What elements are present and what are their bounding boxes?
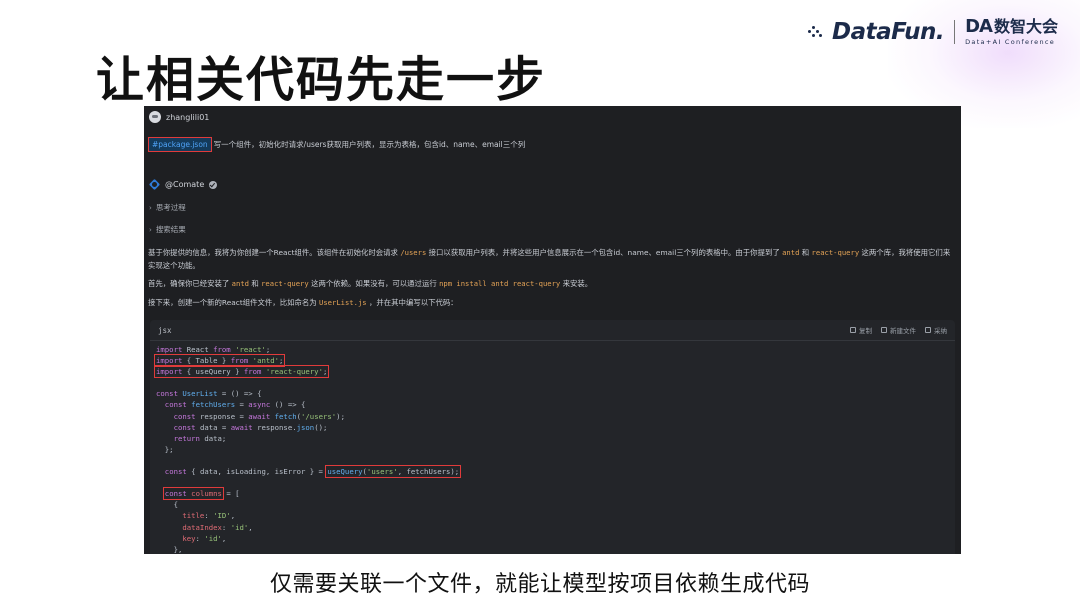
- code-line: const data = await response.json();: [173, 422, 328, 432]
- search-label: 搜索结果: [155, 225, 186, 234]
- da-mark: DA: [965, 16, 993, 37]
- highlighted-columns: const columns: [162, 487, 224, 501]
- slide-title: 让相关代码先走一步: [96, 52, 547, 108]
- code-line: const columns = [: [162, 487, 240, 501]
- new-file-button[interactable]: 新建文件: [881, 325, 916, 335]
- text: 接下来，创建一个新的React组件文件，比如命名为: [148, 298, 317, 307]
- text: 来安装。: [562, 279, 593, 288]
- da-conference-logo: DA 数智大会 Data+AI Conference: [965, 18, 1058, 46]
- answer-paragraph-2: 首先，确保你已经安装了 antd 和 react-query 这两个依赖。如果没…: [148, 277, 955, 290]
- verified-shield-icon: [209, 180, 218, 189]
- chevron-right-icon: ›: [149, 225, 152, 234]
- code-divider: [150, 340, 955, 341]
- text: 基于你提供的信息，我将为你创建一个React组件。该组件在初始化时会请求: [148, 248, 398, 257]
- code-line: const fetchUsers = async () => {: [164, 400, 306, 410]
- user-avatar-icon: [149, 111, 161, 123]
- text: 和: [801, 248, 810, 257]
- inline-code: antd: [782, 248, 800, 257]
- code-line: import React from 'react';: [156, 345, 271, 354]
- prompt-text: 写一个组件，初始化时请求/users获取用户列表，显示为表格，包含id、name…: [213, 140, 526, 149]
- highlighted-usequery: useQuery('users', fetchUsers);: [325, 465, 462, 479]
- code-line: dataIndex: 'id',: [182, 522, 253, 532]
- user-message-header: zhanglili01: [149, 111, 209, 123]
- code-block: jsx 复制 新建文件 采纳 import React from 'react'…: [150, 320, 955, 554]
- inline-code: react-query: [811, 248, 860, 257]
- da-cn-name: 数智大会: [993, 17, 1058, 36]
- text: 接口以获取用户列表，并将这些用户信息展示在一个包含id、name、email三个…: [428, 248, 780, 257]
- bot-name: @Comate: [165, 180, 205, 189]
- inline-code: UserList.js: [319, 298, 367, 307]
- brand-separator: [954, 19, 956, 44]
- copy-icon: [850, 327, 856, 333]
- code-line: };: [156, 444, 174, 454]
- accept-button[interactable]: 采纳: [925, 325, 947, 335]
- code-line: const UserList = () => {: [156, 389, 262, 399]
- inline-code: npm install antd react-query: [439, 279, 561, 288]
- da-en-name: Data+AI Conference: [965, 38, 1056, 46]
- code-body: import React from 'react'; import { Tabl…: [153, 344, 462, 554]
- accept-label: 采纳: [934, 327, 947, 335]
- chevron-right-icon: ›: [149, 203, 152, 212]
- brand-logos: DataFun. DA 数智大会 Data+AI Conference: [807, 0, 1080, 128]
- datafun-dots-icon: [807, 25, 822, 39]
- slide-caption: 仅需要关联一个文件，就能让模型按项目依赖生成代码: [269, 572, 810, 597]
- highlighted-import: import { Table } from 'antd';: [153, 354, 286, 368]
- code-line: return data;: [173, 433, 227, 443]
- copy-label: 复制: [859, 327, 872, 335]
- answer-paragraph-3: 接下来，创建一个新的React组件文件，比如命名为 UserList.js ，并…: [148, 296, 955, 309]
- code-line: const response = await fetch('/users');: [173, 411, 345, 421]
- inline-code: /users: [400, 248, 427, 257]
- bot-message-header: @Comate: [149, 179, 218, 190]
- code-line: import { Table } from 'antd';: [153, 354, 459, 368]
- code-line: {: [156, 500, 178, 510]
- file-icon: [881, 327, 887, 333]
- text: ，并在其中编写以下代码：: [368, 298, 458, 307]
- code-line: const { data, isLoading, isError } = use…: [164, 465, 462, 479]
- thinking-process-toggle[interactable]: › 思考过程: [149, 202, 186, 213]
- comate-chat-screenshot: zhanglili01 #package.json 写一个组件，初始化时请求/u…: [144, 106, 961, 554]
- text: 和: [251, 279, 259, 288]
- package-json-tag[interactable]: #package.json: [148, 137, 212, 152]
- thinking-label: 思考过程: [155, 203, 186, 212]
- search-results-toggle[interactable]: › 搜索结果: [149, 224, 186, 235]
- highlighted-import: import { useQuery } from 'react-query';: [153, 365, 330, 379]
- new-file-label: 新建文件: [890, 327, 916, 335]
- datafun-logo: DataFun.: [831, 18, 945, 45]
- inline-code: react-query: [261, 279, 309, 288]
- code-line: key: 'id',: [182, 533, 227, 543]
- code-line: import { useQuery } from 'react-query';: [153, 365, 459, 379]
- code-block-header: jsx 复制 新建文件 采纳: [150, 320, 955, 340]
- text: 这两个依赖。如果没有，可以通过运行: [311, 279, 437, 288]
- code-line: },: [156, 544, 183, 554]
- code-actions: 复制 新建文件 采纳: [850, 325, 947, 335]
- text: 首先，确保你已经安装了: [148, 279, 230, 288]
- code-language: jsx: [158, 325, 172, 335]
- code-line: title: 'ID',: [182, 511, 236, 521]
- user-prompt: #package.json 写一个组件，初始化时请求/users获取用户列表，显…: [148, 137, 525, 152]
- comate-logo-icon: [149, 179, 160, 190]
- check-square-icon: [925, 327, 931, 333]
- inline-code: antd: [231, 279, 249, 288]
- answer-paragraph-1: 基于你提供的信息，我将为你创建一个React组件。该组件在初始化时会请求 /us…: [148, 246, 955, 272]
- user-name: zhanglili01: [166, 112, 210, 122]
- copy-button[interactable]: 复制: [850, 325, 872, 335]
